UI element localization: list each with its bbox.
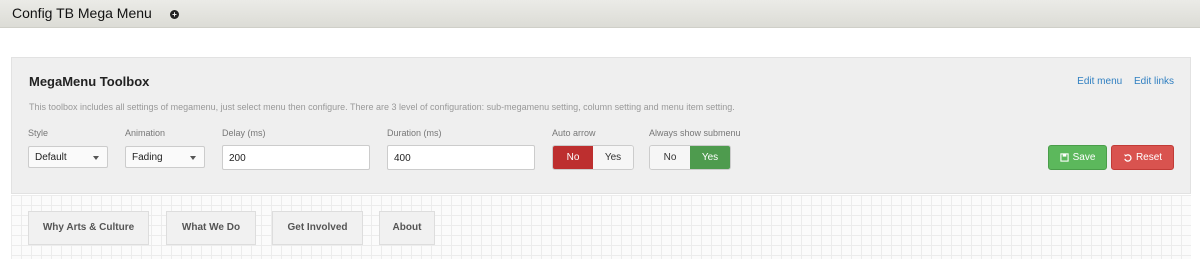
page-title: Config TB Mega Menu [12,5,152,21]
menu-item-get-involved[interactable]: Get Involved [272,211,363,245]
menu-item-about[interactable]: About [379,211,435,245]
always-show-submenu-label: Always show submenu [649,128,741,138]
delay-label: Delay (ms) [222,128,266,138]
undo-icon [1123,154,1132,162]
animation-label: Animation [125,128,166,138]
plus-circle-icon[interactable]: + [170,10,179,19]
menu-item-what-we-do[interactable]: What We Do [166,211,256,245]
megamenu-toolbox: MegaMenu Toolbox Edit menu Edit links Th… [11,57,1191,194]
duration-label: Duration (ms) [387,128,442,138]
chevron-down-icon [190,156,196,160]
animation-select[interactable]: Fading [125,146,205,168]
edit-links-link[interactable]: Edit links [1134,76,1174,87]
auto-arrow-no-option[interactable]: No [553,146,593,169]
reset-button[interactable]: Reset [1111,145,1174,170]
toolbox-description: This toolbox includes all settings of me… [29,102,735,112]
edit-menu-link[interactable]: Edit menu [1077,76,1122,87]
duration-input[interactable]: 400 [387,145,535,170]
chevron-down-icon [93,156,99,160]
style-select[interactable]: Default [28,146,108,168]
reset-label: Reset [1135,152,1163,163]
save-button[interactable]: Save [1048,145,1107,170]
style-select-value: Default [35,152,67,163]
delay-input[interactable]: 200 [222,145,370,170]
style-label: Style [28,128,49,138]
animation-select-value: Fading [132,152,163,163]
auto-arrow-label: Auto arrow [552,128,596,138]
always-show-submenu-yes-option[interactable]: Yes [690,146,730,169]
toolbox-title: MegaMenu Toolbox [29,74,150,89]
always-show-submenu-toggle[interactable]: No Yes [649,145,731,170]
auto-arrow-toggle[interactable]: No Yes [552,145,634,170]
top-bar: Config TB Mega Menu + [0,0,1200,28]
always-show-submenu-no-option[interactable]: No [650,146,690,169]
toolbox-links: Edit menu Edit links [1068,76,1174,87]
save-icon [1059,153,1069,162]
save-label: Save [1072,152,1096,163]
menu-item-why-arts-culture[interactable]: Why Arts & Culture [28,211,149,245]
auto-arrow-yes-option[interactable]: Yes [593,146,633,169]
